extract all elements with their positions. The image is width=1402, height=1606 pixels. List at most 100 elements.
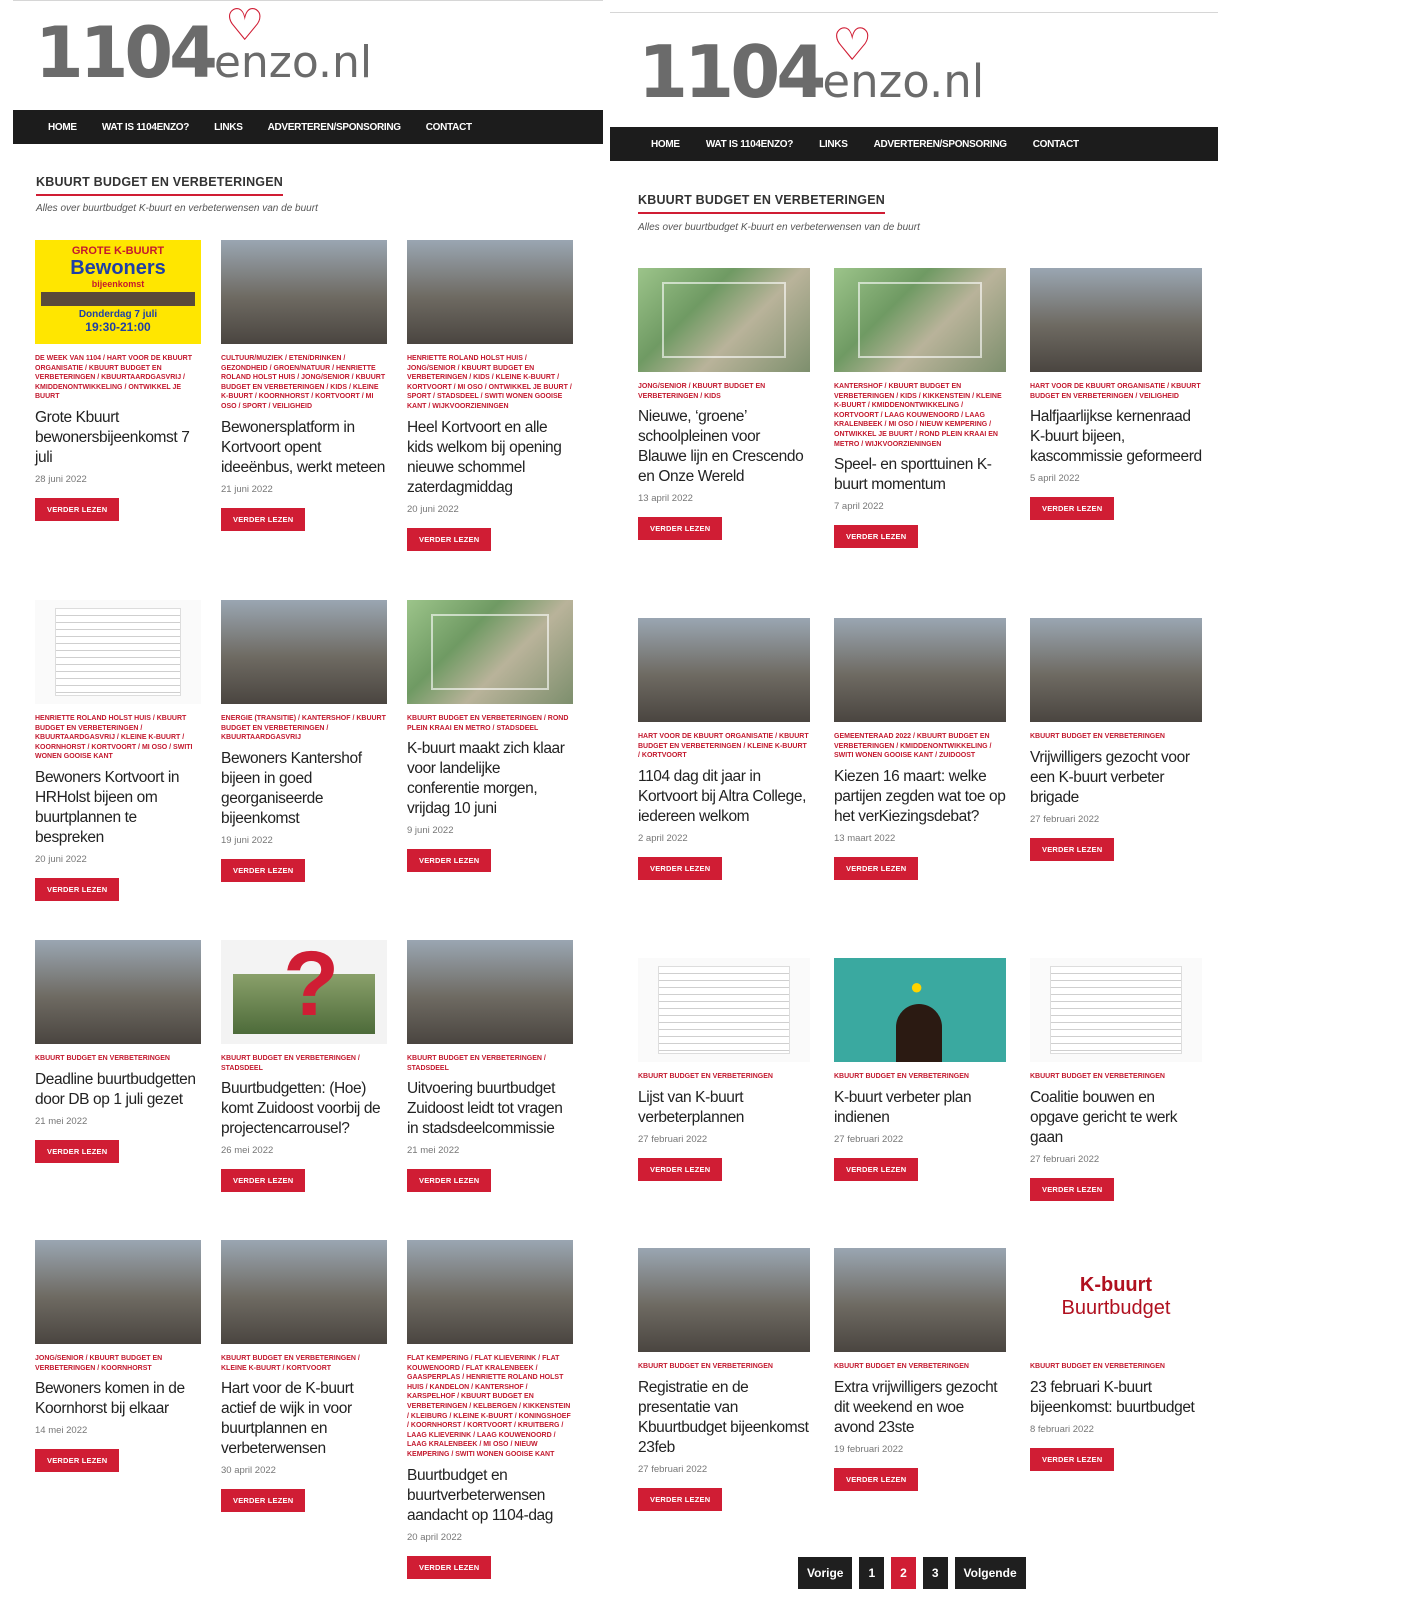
- post-categories[interactable]: KANTERSHOF / KBUURT BUDGET EN VERBETERIN…: [834, 382, 1006, 449]
- post-title[interactable]: Deadline buurtbudgetten door DB op 1 jul…: [35, 1070, 201, 1110]
- post-categories[interactable]: FLAT KEMPERING / FLAT KLIEVERINK / FLAT …: [407, 1354, 573, 1460]
- post-image[interactable]: [35, 600, 201, 704]
- post-image[interactable]: [638, 1248, 810, 1352]
- post-image[interactable]: [1030, 618, 1202, 722]
- post-categories[interactable]: KBUURT BUDGET EN VERBETERINGEN: [638, 1072, 810, 1082]
- read-more-button[interactable]: VERDER LEZEN: [834, 525, 919, 549]
- post-title[interactable]: 1104 dag dit jaar in Kortvoort bij Altra…: [638, 767, 810, 827]
- post-image[interactable]: [407, 940, 573, 1044]
- pagination-page-3[interactable]: 3: [922, 1557, 948, 1589]
- nav-about[interactable]: WAT IS 1104ENZO?: [102, 122, 190, 133]
- post-title[interactable]: Extra vrijwilligers gezocht dit weekend …: [834, 1378, 1006, 1438]
- post-title[interactable]: Bewoners komen in de Koornhorst bij elka…: [35, 1379, 201, 1419]
- post-categories[interactable]: CULTUUR/MUZIEK / ETEN/DRINKEN / GEZONDHE…: [221, 354, 387, 412]
- post-image[interactable]: [221, 1240, 387, 1344]
- post-categories[interactable]: KBUURT BUDGET EN VERBETERINGEN: [834, 1072, 1006, 1082]
- post-title[interactable]: Buurtbudgetten: (Hoe) komt Zuidoost voor…: [221, 1079, 387, 1139]
- post-image[interactable]: [638, 958, 810, 1062]
- post-image[interactable]: GROTE K-BUURT Bewoners bijeenkomst Donderda…: [35, 240, 201, 344]
- post-title[interactable]: Bewonersplatform in Kortvoort opent idee…: [221, 418, 387, 478]
- read-more-button[interactable]: VERDER LEZEN: [1030, 497, 1115, 521]
- post-title[interactable]: Coalitie bouwen en opgave gericht te wer…: [1030, 1088, 1202, 1148]
- post-categories[interactable]: KBUURT BUDGET EN VERBETERINGEN: [1030, 1072, 1202, 1082]
- post-image[interactable]: ?: [221, 940, 387, 1044]
- post-title[interactable]: Registratie en de presentatie van Kbuurt…: [638, 1378, 810, 1458]
- post-title[interactable]: Bewoners Kortvoort in HRHolst bijeen om …: [35, 768, 201, 848]
- nav-links[interactable]: LINKS: [819, 139, 848, 150]
- read-more-button[interactable]: VERDER LEZEN: [407, 849, 492, 873]
- post-title[interactable]: K-buurt maakt zich klaar voor landelijke…: [407, 739, 573, 819]
- nav-contact[interactable]: CONTACT: [426, 122, 472, 133]
- post-categories[interactable]: KBUURT BUDGET EN VERBETERINGEN / ROND PL…: [407, 714, 573, 733]
- post-image[interactable]: [638, 618, 810, 722]
- post-image[interactable]: [407, 600, 573, 704]
- site-logo[interactable]: 1104enzo.nl ♡: [35, 4, 372, 89]
- read-more-button[interactable]: VERDER LEZEN: [638, 1487, 723, 1511]
- read-more-button[interactable]: VERDER LEZEN: [834, 1467, 919, 1491]
- post-title[interactable]: Vrijwilligers gezocht voor een K-buurt v…: [1030, 748, 1202, 808]
- post-image[interactable]: [638, 268, 810, 372]
- read-more-button[interactable]: VERDER LEZEN: [638, 856, 723, 880]
- post-image[interactable]: [834, 1248, 1006, 1352]
- post-title[interactable]: Buurtbudget en buurtverbeterwensen aanda…: [407, 1466, 573, 1526]
- read-more-button[interactable]: VERDER LEZEN: [638, 517, 723, 541]
- read-more-button[interactable]: VERDER LEZEN: [35, 1449, 120, 1473]
- site-logo[interactable]: 1104enzo.nl ♡: [638, 22, 984, 108]
- post-categories[interactable]: KBUURT BUDGET EN VERBETERINGEN / KLEINE …: [221, 1354, 387, 1373]
- post-categories[interactable]: HENRIETTE ROLAND HOLST HUIS / JONG/SENIO…: [407, 354, 573, 412]
- post-title[interactable]: Halfjaarlijkse kernenraad K-buurt bijeen…: [1030, 407, 1202, 467]
- post-categories[interactable]: JONG/SENIOR / KBUURT BUDGET EN VERBETERI…: [638, 382, 810, 401]
- post-title[interactable]: Nieuwe, ‘groene’ schoolpleinen voor Blau…: [638, 407, 810, 487]
- post-title[interactable]: Heel Kortvoort en alle kids welkom bij o…: [407, 418, 573, 498]
- post-categories[interactable]: GEMEENTERAAD 2022 / KBUURT BUDGET EN VER…: [834, 732, 1006, 761]
- read-more-button[interactable]: VERDER LEZEN: [407, 527, 492, 551]
- nav-advertising[interactable]: ADVERTEREN/SPONSORING: [874, 139, 1007, 150]
- post-title[interactable]: Hart voor de K-buurt actief de wijk in v…: [221, 1379, 387, 1459]
- nav-contact[interactable]: CONTACT: [1033, 139, 1079, 150]
- post-image[interactable]: [1030, 268, 1202, 372]
- read-more-button[interactable]: VERDER LEZEN: [1030, 837, 1115, 861]
- post-title[interactable]: Kiezen 16 maart: welke partijen zegden w…: [834, 767, 1006, 827]
- post-image[interactable]: [407, 240, 573, 344]
- post-title[interactable]: 23 februari K-buurt bijeenkomst: buurtbu…: [1030, 1378, 1202, 1418]
- post-title[interactable]: Grote Kbuurt bewonersbijeenkomst 7 juli: [35, 408, 201, 468]
- read-more-button[interactable]: VERDER LEZEN: [221, 507, 306, 531]
- post-image[interactable]: [834, 618, 1006, 722]
- post-title[interactable]: Lijst van K-buurt verbeterplannen: [638, 1088, 810, 1128]
- post-categories[interactable]: KBUURT BUDGET EN VERBETERINGEN: [1030, 1362, 1202, 1372]
- nav-home[interactable]: HOME: [651, 139, 680, 150]
- post-categories[interactable]: HART VOOR DE KBUURT ORGANISATIE / KBUURT…: [1030, 382, 1202, 401]
- read-more-button[interactable]: VERDER LEZEN: [1030, 1177, 1115, 1201]
- post-title[interactable]: Bewoners Kantershof bijeen in goed georg…: [221, 749, 387, 829]
- post-image[interactable]: [221, 600, 387, 704]
- read-more-button[interactable]: VERDER LEZEN: [407, 1169, 492, 1193]
- post-categories[interactable]: DE WEEK VAN 1104 / HART VOOR DE KBUURT O…: [35, 354, 201, 402]
- read-more-button[interactable]: VERDER LEZEN: [834, 1157, 919, 1181]
- post-categories[interactable]: KBUURT BUDGET EN VERBETERINGEN: [834, 1362, 1006, 1372]
- post-image[interactable]: [1030, 958, 1202, 1062]
- pagination-page-1[interactable]: 1: [859, 1557, 885, 1589]
- post-categories[interactable]: KBUURT BUDGET EN VERBETERINGEN: [638, 1362, 810, 1372]
- post-image[interactable]: [407, 1240, 573, 1344]
- read-more-button[interactable]: VERDER LEZEN: [834, 856, 919, 880]
- post-categories[interactable]: HART VOOR DE KBUURT ORGANISATIE / KBUURT…: [638, 732, 810, 761]
- pagination-prev-button[interactable]: Vorige: [798, 1557, 853, 1589]
- read-more-button[interactable]: VERDER LEZEN: [35, 1139, 120, 1163]
- post-categories[interactable]: KBUURT BUDGET EN VERBETERINGEN / STADSDE…: [221, 1054, 387, 1073]
- post-categories[interactable]: HENRIETTE ROLAND HOLST HUIS / KBUURT BUD…: [35, 714, 201, 762]
- read-more-button[interactable]: VERDER LEZEN: [221, 858, 306, 882]
- post-categories[interactable]: ENERGIE (TRANSITIE) / KANTERSHOF / KBUUR…: [221, 714, 387, 743]
- post-title[interactable]: Uitvoering buurtbudget Zuidoost leidt to…: [407, 1079, 573, 1139]
- post-categories[interactable]: JONG/SENIOR / KBUURT BUDGET EN VERBETERI…: [35, 1354, 201, 1373]
- post-image[interactable]: [35, 1240, 201, 1344]
- post-title[interactable]: K-buurt verbeter plan indienen: [834, 1088, 1006, 1128]
- post-image[interactable]: [221, 240, 387, 344]
- read-more-button[interactable]: VERDER LEZEN: [1030, 1447, 1115, 1471]
- post-image[interactable]: [834, 268, 1006, 372]
- post-title[interactable]: Speel- en sporttuinen K-buurt momentum: [834, 455, 1006, 495]
- post-image[interactable]: ●: [834, 958, 1006, 1062]
- post-categories[interactable]: KBUURT BUDGET EN VERBETERINGEN: [35, 1054, 201, 1064]
- post-image[interactable]: K-buurt Buurtbudget: [1030, 1248, 1202, 1352]
- post-categories[interactable]: KBUURT BUDGET EN VERBETERINGEN: [1030, 732, 1202, 742]
- read-more-button[interactable]: VERDER LEZEN: [221, 1169, 306, 1193]
